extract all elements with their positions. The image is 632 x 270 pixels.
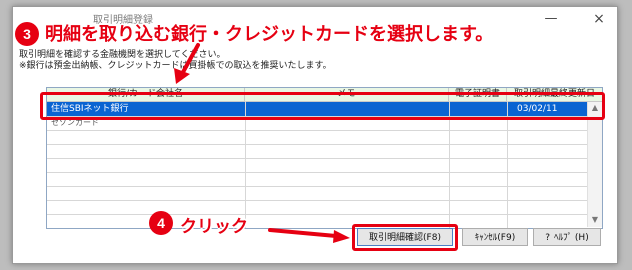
row-divider (47, 200, 587, 201)
instruction-line-2: ※銀行は預金出納帳、クレジットカードは買掛帳での取込を推奨いたします。 (19, 61, 332, 71)
row-divider (47, 172, 587, 173)
minimize-button[interactable]: — (541, 11, 561, 27)
chevron-down-icon[interactable]: ▼ (588, 214, 602, 226)
row-divider (47, 186, 587, 187)
highlight-confirm-button (352, 224, 458, 251)
row-divider (47, 214, 587, 215)
help-button[interactable]: ? ﾍﾙﾌﾟ (H) (533, 228, 601, 246)
row-divider (47, 130, 587, 131)
close-button[interactable]: × (589, 11, 609, 27)
step-4-badge: 4 (149, 211, 173, 235)
column-divider (449, 101, 450, 228)
step-3-instruction: 明細を取り込む銀行・クレジットカードを選択します。 (45, 24, 494, 45)
help-label: ﾍﾙﾌﾟ (H) (554, 233, 589, 243)
background-app-left (0, 0, 12, 270)
background-app-right (616, 0, 632, 270)
vertical-scrollbar[interactable]: ▲ ▼ (587, 102, 602, 227)
help-question-icon: ? (545, 233, 551, 243)
row-divider (47, 158, 587, 159)
column-divider (507, 101, 508, 228)
row-divider (47, 144, 587, 145)
step-4-instruction: クリック (180, 217, 248, 237)
cancel-button[interactable]: ｷｬﾝｾﾙ(F9) (462, 228, 528, 246)
highlight-selected-row (40, 92, 605, 120)
column-divider (245, 101, 246, 228)
step-3-badge: 3 (15, 22, 39, 46)
